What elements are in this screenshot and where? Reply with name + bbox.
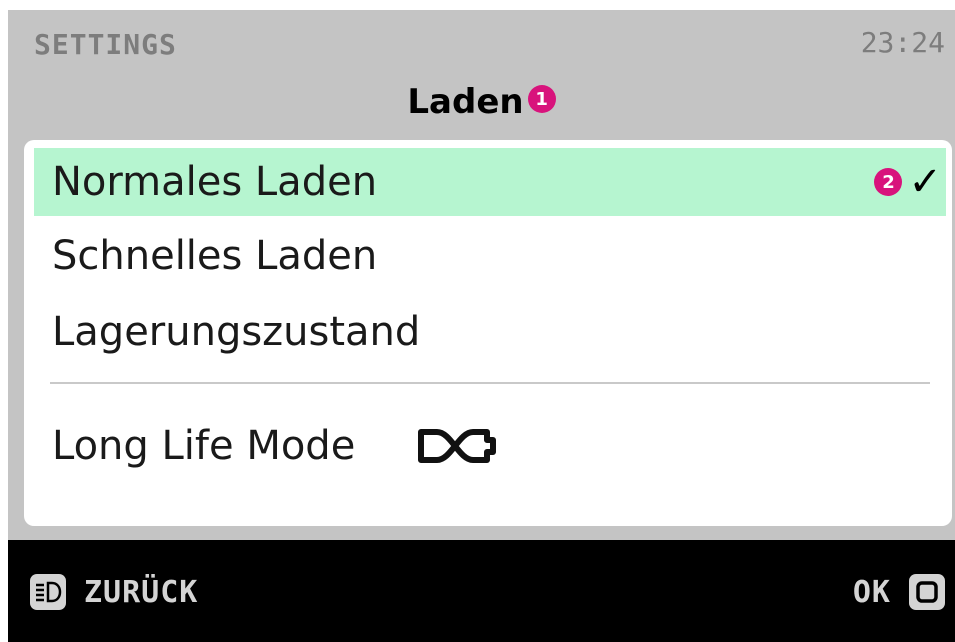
menu-item-label: Schnelles Laden bbox=[52, 233, 378, 279]
page-title: Laden bbox=[407, 82, 524, 122]
menu-item-schnelles-laden[interactable]: Schnelles Laden bbox=[34, 222, 946, 290]
bottom-bar: ZURÜCK OK bbox=[8, 540, 955, 642]
section-label: SETTINGS bbox=[34, 28, 177, 61]
ok-button[interactable]: OK bbox=[853, 574, 945, 610]
back-button[interactable]: ZURÜCK bbox=[30, 574, 198, 610]
ok-label: OK bbox=[852, 574, 891, 610]
device-screen: SETTINGS 23:24 Laden 1 Normales Laden 2 … bbox=[8, 10, 955, 642]
checkmark-icon: ✓ bbox=[908, 159, 942, 205]
callout-badge-2: 2 bbox=[874, 168, 903, 196]
callout-badge-1: 1 bbox=[527, 85, 556, 113]
infinity-battery-icon bbox=[411, 426, 503, 466]
square-button-icon bbox=[909, 574, 945, 610]
light-button-icon bbox=[30, 574, 66, 610]
clock-time: 23:24 bbox=[860, 26, 945, 59]
selection-marks: 2 ✓ bbox=[874, 159, 946, 205]
menu-panel: Normales Laden 2 ✓ Schnelles Laden Lager… bbox=[24, 140, 952, 526]
menu-item-long-life-mode[interactable]: Long Life Mode bbox=[34, 412, 946, 480]
menu-item-label: Normales Laden bbox=[52, 159, 378, 205]
title-row: Laden 1 bbox=[8, 72, 955, 132]
menu-item-lagerungszustand[interactable]: Lagerungszustand bbox=[34, 298, 946, 366]
menu-item-label: Lagerungszustand bbox=[52, 309, 421, 355]
menu-item-label: Long Life Mode bbox=[52, 423, 356, 469]
menu-item-normales-laden[interactable]: Normales Laden 2 ✓ bbox=[34, 148, 946, 216]
menu-divider bbox=[50, 382, 930, 384]
back-label: ZURÜCK bbox=[84, 574, 199, 610]
